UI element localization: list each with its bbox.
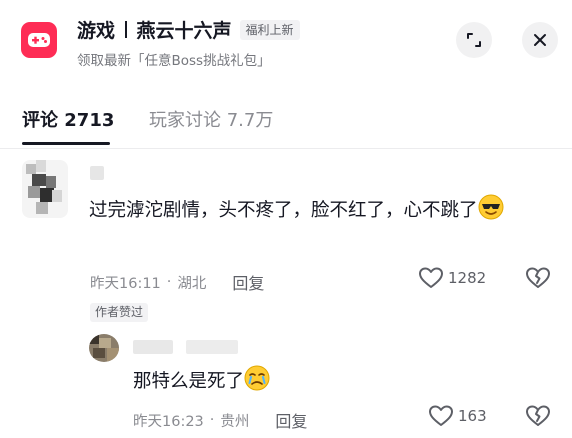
crying-emoji — [244, 365, 270, 402]
reply-dislike-button[interactable] — [525, 404, 551, 432]
broken-heart-icon — [526, 267, 550, 288]
header-subtitle[interactable]: 领取最新「任意Boss挑战礼包」 — [77, 49, 271, 69]
comment-meta: 昨天16:11 · 湖北 回复 — [90, 270, 264, 294]
username[interactable] — [90, 166, 104, 180]
reply-body: 那特么是死了 — [133, 365, 513, 402]
comment-body: 过完滹沱剧情，头不疼了，脸不红了，心不跳了 — [89, 194, 549, 231]
reply-button[interactable]: 回复 — [232, 270, 264, 294]
meta-separator: · — [209, 412, 215, 428]
tab-comments[interactable]: 评论 2713 — [22, 106, 114, 132]
minimize-icon — [467, 33, 481, 47]
active-tab-indicator — [22, 142, 110, 145]
panel-header: 游戏 燕云十六声 福利上新 领取最新「任意Boss挑战礼包」 — [0, 0, 572, 84]
title-divider — [125, 21, 127, 38]
close-button[interactable] — [522, 22, 558, 58]
like-count: 1282 — [448, 269, 487, 287]
tab-player-discussion[interactable]: 玩家讨论 7.7万 — [149, 106, 273, 132]
meta-separator: · — [166, 274, 172, 290]
tabs-divider — [0, 148, 572, 149]
like-button[interactable]: 1282 — [418, 266, 486, 290]
reply-time: 昨天16:23 — [133, 413, 204, 430]
reply-meta: 昨天16:23 · 贵州 回复 — [133, 408, 307, 432]
comment-time: 昨天16:11 — [90, 275, 161, 292]
reply-text: 那特么是死了 — [133, 371, 245, 392]
cool-sunglasses-emoji — [478, 194, 504, 231]
reply-location: 贵州 — [220, 413, 250, 430]
broken-heart-icon — [526, 405, 550, 426]
reply-like-button[interactable]: 163 — [428, 404, 487, 428]
comment-text: 过完滹沱剧情，头不疼了，脸不红了，心不跳了 — [89, 200, 478, 221]
reply-avatar[interactable] — [89, 334, 119, 362]
avatar[interactable] — [22, 160, 68, 218]
heart-icon — [419, 267, 443, 288]
reply-reply-button[interactable]: 回复 — [275, 408, 307, 432]
gamepad-icon[interactable] — [21, 22, 57, 58]
dislike-button[interactable] — [525, 266, 551, 294]
comment-location: 湖北 — [177, 275, 207, 292]
close-icon — [534, 34, 546, 46]
comment-tabs: 评论 2713 玩家讨论 7.7万 — [0, 96, 572, 146]
header-title: 游戏 — [77, 20, 116, 42]
title-row: 游戏 燕云十六声 福利上新 — [77, 16, 300, 43]
reply-target-username[interactable] — [186, 340, 238, 354]
author-liked-tag: 作者赞过 — [90, 303, 149, 322]
heart-icon — [429, 405, 453, 426]
game-name[interactable]: 燕云十六声 — [137, 16, 232, 43]
minimize-button[interactable] — [456, 22, 492, 58]
welfare-badge: 福利上新 — [239, 19, 300, 40]
reply-like-count: 163 — [458, 407, 487, 425]
reply-username[interactable] — [133, 340, 173, 354]
